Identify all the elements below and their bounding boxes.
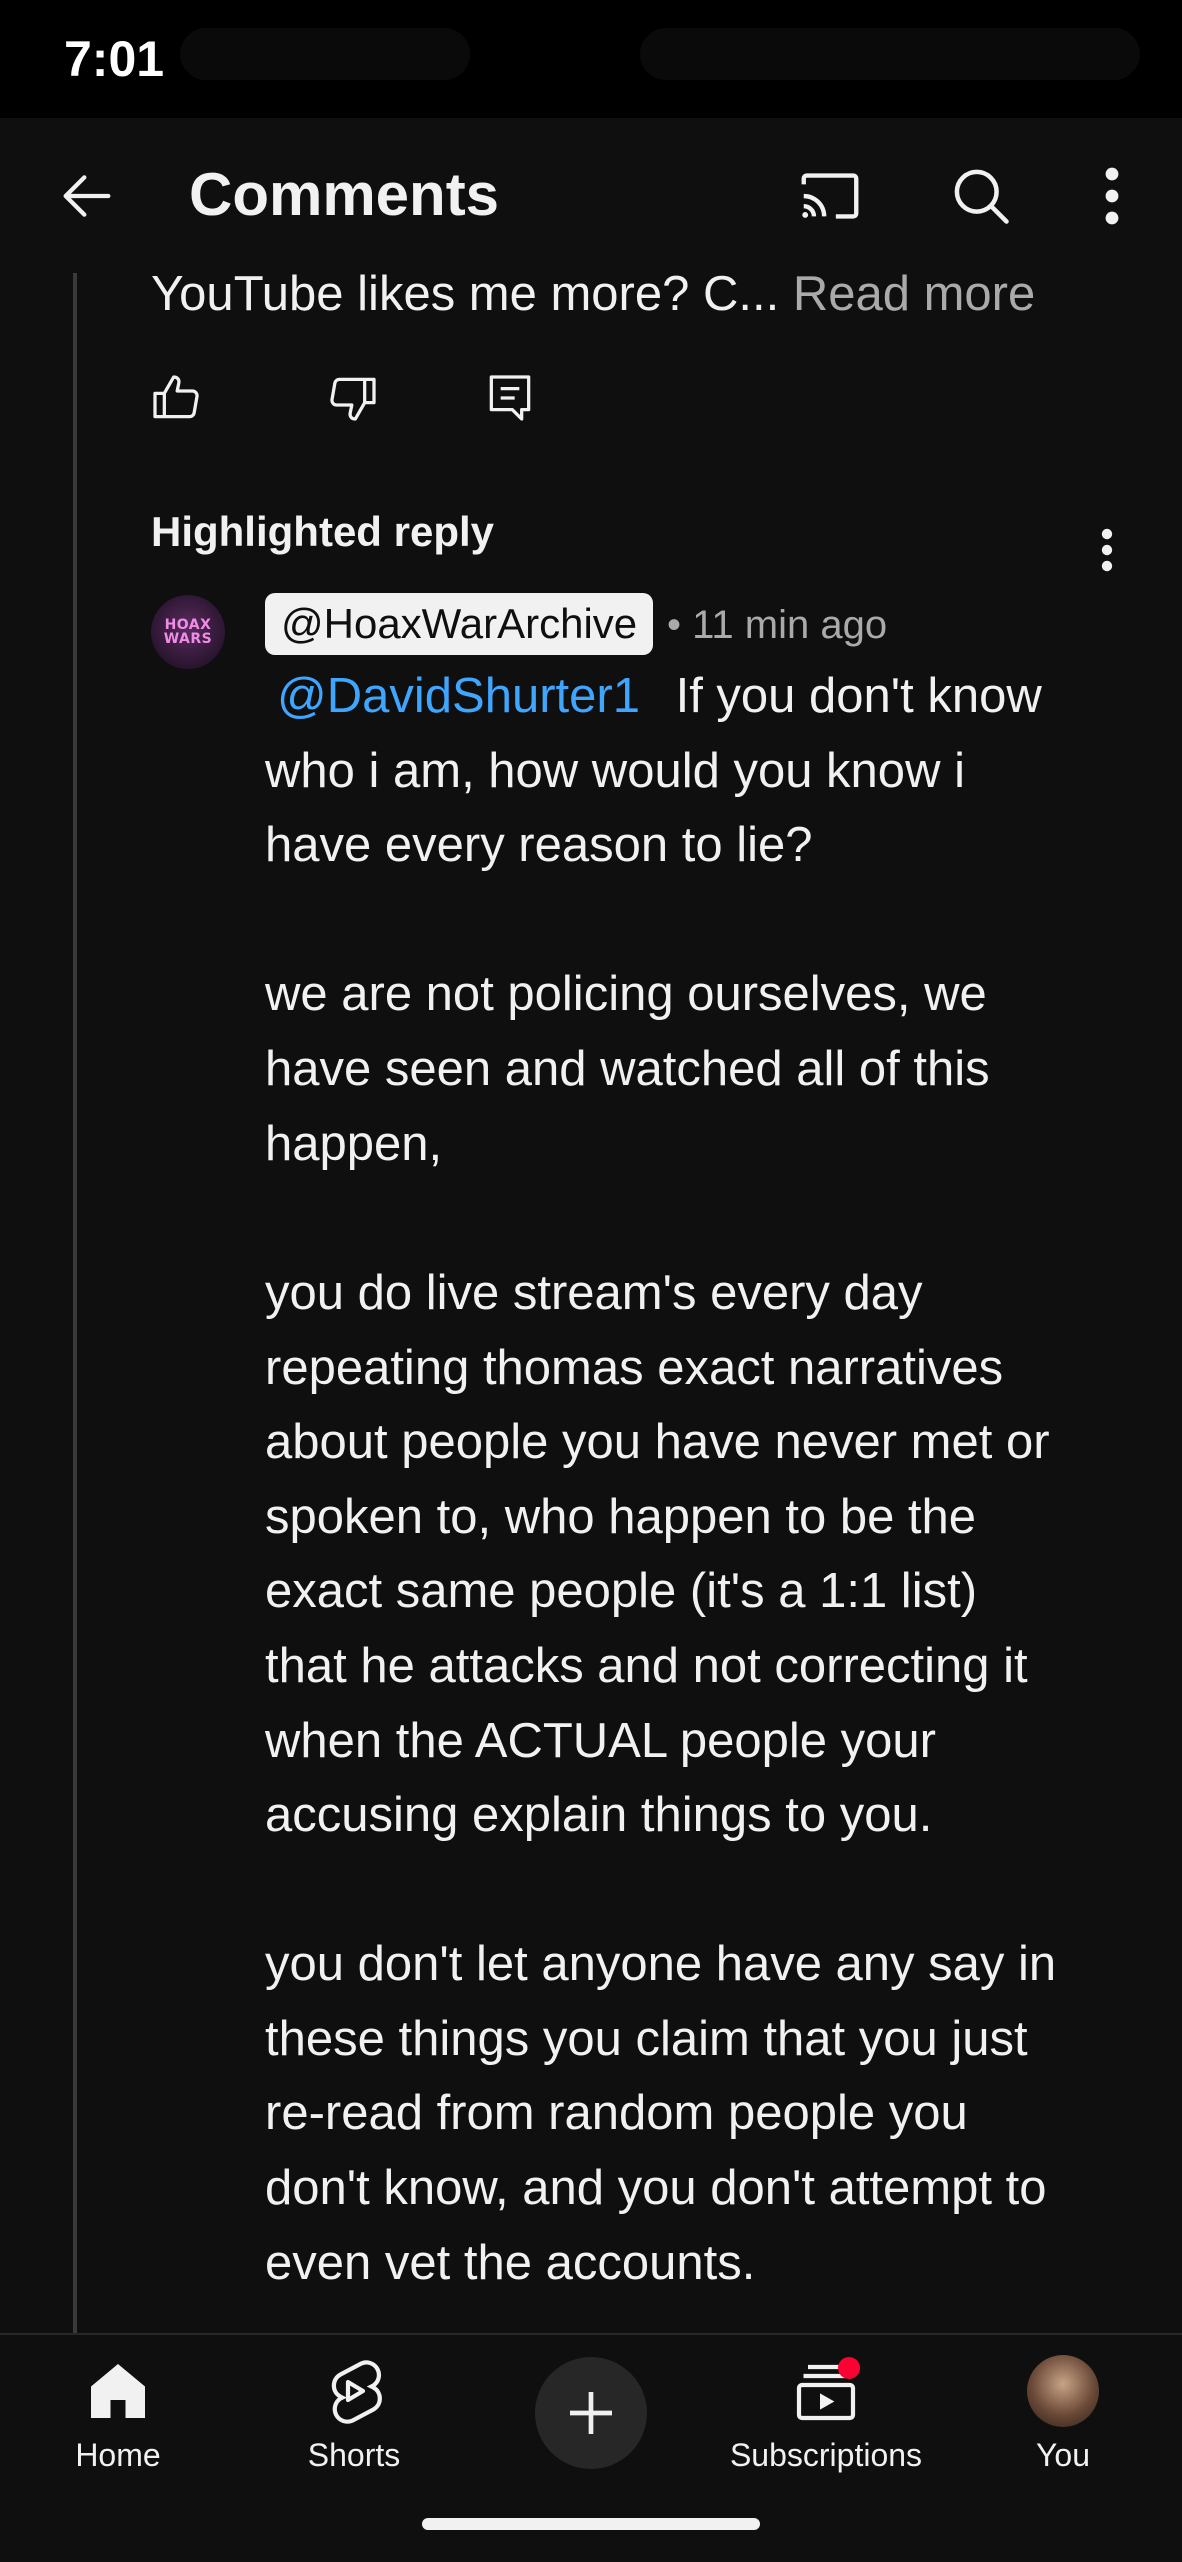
back-button[interactable] [32, 118, 142, 273]
reply-text-line: don't know, and you don't attempt to [265, 2161, 1047, 2215]
kebab-menu-icon [1105, 167, 1119, 224]
status-bar: 7:01 [0, 0, 1182, 118]
reply-timestamp: • 11 min ago [667, 603, 888, 647]
reply-first-line: @DavidShurter1 If you don't know [265, 668, 1042, 724]
like-icon[interactable] [148, 370, 204, 426]
notification-dot [838, 2357, 860, 2379]
author-handle[interactable]: @HoaxWarArchive [265, 593, 654, 655]
dislike-icon[interactable] [325, 370, 381, 426]
back-arrow-icon [63, 174, 111, 217]
cast-icon [801, 172, 859, 219]
reply-text-line: we are not policing ourselves, we [265, 967, 987, 1021]
status-redacted-area [180, 28, 470, 80]
page-title: Comments [189, 161, 500, 228]
plus-icon [570, 2392, 612, 2434]
nav-home-label: Home [75, 2437, 161, 2473]
reply-text-line: repeating thomas exact narratives [265, 1341, 1004, 1395]
profile-avatar [1027, 2355, 1099, 2427]
reply-text-line: accusing explain things to you. [265, 1788, 933, 1842]
create-button[interactable] [535, 2357, 647, 2469]
reply-thread-line [73, 273, 77, 2333]
reply-text-line: you don't let anyone have any say in [265, 1937, 1057, 1991]
highlighted-reply-label: Highlighted reply [151, 508, 495, 555]
nav-shorts-label: Shorts [307, 2437, 401, 2473]
reply-text-line: you do live stream's every day [265, 1266, 923, 1320]
reply-icon[interactable] [482, 370, 538, 426]
reply-text-line: If you don't know [675, 669, 1042, 723]
nav-subscriptions-label: Subscriptions [729, 2437, 923, 2473]
read-more-link[interactable]: Read more [793, 267, 1035, 321]
nav-home[interactable]: Home [8, 2355, 228, 2495]
cast-button[interactable] [775, 118, 885, 273]
reply-text-line: when the ACTUAL people your [265, 1714, 936, 1768]
parent-comment-text: YouTube likes me more? C... Read more [151, 266, 1035, 322]
subscriptions-icon-wrap [790, 2355, 862, 2427]
reply-text-line: have seen and watched all of this [265, 1042, 990, 1096]
parent-comment-tail: YouTube likes me more? C... [151, 267, 780, 321]
reply-text-line: who i am, how would you know i [265, 744, 965, 798]
reply-text-line: spoken to, who happen to be the [265, 1490, 977, 1544]
reply-text-line: exact same people (it's a 1:1 list) [265, 1564, 978, 1618]
reply-text-line: have every reason to lie? [265, 818, 813, 872]
mention-link[interactable]: @DavidShurter1 [277, 669, 640, 723]
search-icon [954, 169, 1009, 224]
nav-you[interactable]: You [953, 2355, 1173, 2495]
nav-shorts[interactable]: Shorts [244, 2355, 464, 2495]
search-button[interactable] [926, 118, 1036, 273]
avatar-text-top: HOAX [164, 617, 212, 633]
nav-you-label: You [1036, 2437, 1090, 2473]
reply-text-line: about people you have never met or [265, 1415, 1050, 1469]
more-options-button[interactable] [1057, 118, 1167, 273]
reply-text-line: even vet the accounts. [265, 2236, 756, 2290]
reply-text-line: these things you claim that you just [265, 2012, 1028, 2066]
reply-text-line: happen, [265, 1117, 443, 1171]
status-time: 7:01 [64, 31, 165, 87]
home-indicator[interactable] [422, 2518, 760, 2530]
avatar-text-bottom: WARS [163, 631, 213, 647]
reply-text-line: that he attacks and not correcting it [265, 1639, 1028, 1693]
home-icon [91, 2364, 145, 2418]
shorts-icon [331, 2360, 382, 2424]
app-header: Comments [0, 118, 1182, 273]
avatar[interactable]: HOAX WARS [151, 595, 225, 669]
nav-subscriptions[interactable]: Subscriptions [716, 2355, 936, 2495]
reply-text-line: re-read from random people you [265, 2086, 968, 2140]
status-redacted-area [640, 28, 1140, 80]
reply-more-options-icon[interactable] [1087, 520, 1127, 580]
